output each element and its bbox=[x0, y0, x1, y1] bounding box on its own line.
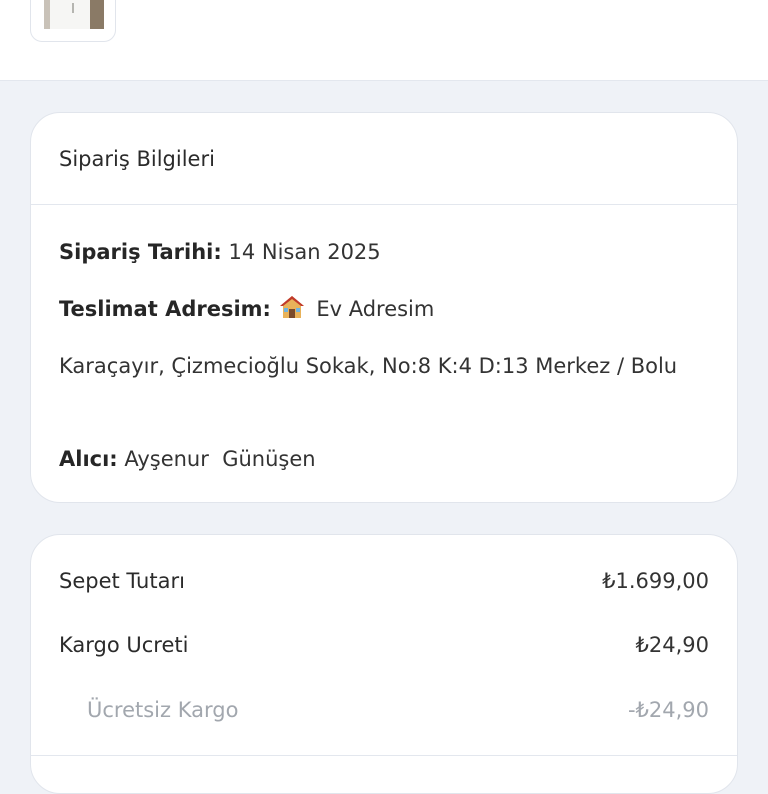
summary-divider bbox=[31, 755, 737, 756]
delivery-address-text: Karaçayır, Çizmecioğlu Sokak, No:8 K:4 D… bbox=[59, 354, 678, 378]
order-date-line: Sipariş Tarihi: 14 Nisan 2025 bbox=[59, 235, 381, 269]
summary-row-basket: Sepet Tutarı ₺1.699,00 bbox=[59, 564, 709, 598]
summary-row-free-shipping: Ücretsiz Kargo -₺24,90 bbox=[87, 693, 709, 727]
wardrobe-side bbox=[90, 0, 104, 29]
summary-amount: ₺24,90 bbox=[635, 633, 709, 657]
wardrobe-handle bbox=[72, 3, 74, 13]
delivery-address-name: Ev Adresim bbox=[316, 297, 435, 321]
summary-amount: -₺24,90 bbox=[627, 698, 709, 722]
order-summary-card: Sepet Tutarı ₺1.699,00 Kargo Ucreti ₺24,… bbox=[30, 534, 738, 794]
product-image bbox=[44, 0, 104, 29]
order-info-title: Sipariş Bilgileri bbox=[31, 113, 737, 205]
recipient-line: Alıcı: Ayşenur Günüşen bbox=[59, 442, 316, 476]
summary-label: Sepet Tutarı bbox=[59, 569, 185, 593]
delivery-address-line: Teslimat Adresim: Ev Adresim bbox=[59, 292, 434, 326]
summary-row-shipping: Kargo Ucreti ₺24,90 bbox=[59, 628, 709, 662]
recipient-value: Ayşenur Günüşen bbox=[124, 447, 316, 471]
order-date-label: Sipariş Tarihi: bbox=[59, 240, 222, 264]
delivery-address-label: Teslimat Adresim: bbox=[59, 297, 271, 321]
order-date-value: 14 Nisan 2025 bbox=[228, 240, 381, 264]
product-thumbnail[interactable] bbox=[30, 0, 116, 42]
house-icon bbox=[279, 296, 304, 318]
recipient-label: Alıcı: bbox=[59, 447, 118, 471]
order-info-card: Sipariş Bilgileri Sipariş Tarihi: 14 Nis… bbox=[30, 112, 738, 503]
product-strip bbox=[0, 0, 768, 81]
wardrobe-body bbox=[50, 0, 92, 29]
summary-label: Ücretsiz Kargo bbox=[87, 698, 239, 722]
summary-amount: ₺1.699,00 bbox=[602, 569, 709, 593]
summary-label: Kargo Ucreti bbox=[59, 633, 189, 657]
